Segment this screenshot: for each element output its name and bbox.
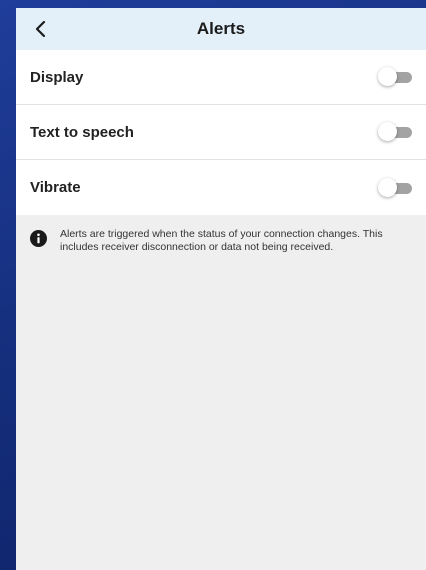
back-button[interactable] (26, 14, 54, 44)
toggle-knob (378, 122, 397, 141)
setting-label-display: Display (30, 68, 84, 86)
info-text: Alerts are triggered when the status of … (60, 228, 383, 253)
setting-row-vibrate: Vibrate (16, 160, 426, 215)
header-bar: Alerts (16, 8, 426, 50)
text-to-speech-toggle[interactable] (378, 122, 412, 142)
setting-row-display: Display (16, 50, 426, 105)
setting-label-vibrate: Vibrate (30, 179, 81, 196)
vibrate-toggle[interactable] (378, 177, 412, 198)
setting-label-text-to-speech: Text to speech (30, 123, 134, 141)
info-note: Alerts are triggered when the status of … (16, 215, 426, 254)
info-icon (30, 230, 47, 247)
setting-row-text-to-speech: Text to speech (16, 105, 426, 160)
display-toggle[interactable] (378, 67, 412, 87)
chevron-left-icon (35, 20, 46, 38)
toggle-knob (378, 67, 397, 86)
page-title: Alerts (196, 19, 246, 38)
settings-list: Display Text to speech Vibrate (16, 50, 426, 215)
alerts-screen: Alerts Display Text to speech Vibrate Al… (16, 8, 426, 570)
toggle-knob (378, 177, 397, 197)
